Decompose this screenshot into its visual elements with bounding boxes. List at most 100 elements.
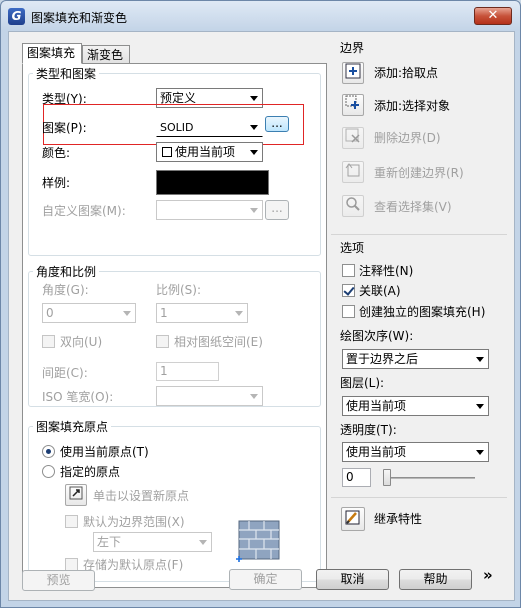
app-icon: G — [8, 8, 25, 25]
set-origin-button[interactable] — [65, 484, 87, 506]
dialog-window: G 图案填充和渐变色 ✕ 图案填充 渐变色 类型和图案 类型(Y): 预定义 图… — [0, 0, 521, 608]
tab-panel-hatch: 类型和图案 类型(Y): 预定义 图案(P): SOLID ... 颜色: 使用… — [22, 63, 327, 588]
swatch-label: 样例: — [42, 176, 71, 190]
specified-origin-radio[interactable] — [42, 465, 55, 478]
remove-boundary-button[interactable] — [342, 127, 364, 149]
remove-boundary-label[interactable]: 删除边界(D) — [374, 131, 441, 145]
color-swatch-icon — [162, 147, 172, 157]
type-value: 预定义 — [160, 91, 197, 105]
custom-pattern-label: 自定义图案(M): — [42, 204, 126, 218]
angle-value: 0 — [46, 306, 54, 320]
inherit-properties-label[interactable]: 继承特性 — [374, 512, 422, 526]
inherit-properties-button[interactable] — [341, 507, 365, 531]
color-combo[interactable]: 使用当前项 — [156, 142, 263, 162]
view-selection-button[interactable] — [342, 195, 364, 217]
iso-pen-label: ISO 笔宽(O): — [42, 390, 114, 404]
chevron-down-icon — [250, 96, 258, 101]
preview-button[interactable]: 预览 — [22, 570, 95, 591]
add-pick-points-label[interactable]: 添加:拾取点 — [374, 66, 438, 80]
tab-hatch[interactable]: 图案填充 — [22, 43, 82, 64]
angle-combo[interactable]: 0 — [42, 303, 136, 323]
group-origin-title: 图案填充原点 — [33, 420, 112, 434]
angle-label: 角度(G): — [42, 283, 89, 297]
color-value: 使用当前项 — [175, 145, 236, 159]
draw-order-combo[interactable]: 置于边界之后 — [342, 349, 489, 369]
specified-origin-label: 指定的原点 — [60, 465, 121, 479]
pattern-browse-button[interactable]: ... — [265, 116, 289, 132]
more-options-icon[interactable]: » — [483, 568, 493, 583]
layer-value: 使用当前项 — [346, 399, 407, 413]
associative-label: 关联(A) — [359, 284, 401, 298]
spacing-label: 间距(C): — [42, 366, 88, 380]
separate-hatch-checkbox[interactable] — [342, 305, 355, 318]
help-button[interactable]: 帮助 — [399, 569, 472, 590]
inherit-brush-icon — [345, 510, 360, 525]
boundary-title: 边界 — [340, 41, 365, 55]
iso-pen-combo[interactable] — [156, 386, 263, 406]
transparency-slider-thumb[interactable] — [383, 469, 391, 486]
use-current-origin-label: 使用当前原点(T) — [60, 445, 149, 459]
recreate-boundary-button[interactable] — [342, 161, 364, 183]
ok-button[interactable]: 确定 — [229, 569, 302, 590]
extent-combo[interactable]: 左下 — [93, 532, 212, 552]
close-button[interactable]: ✕ — [474, 7, 512, 25]
recreate-boundary-label[interactable]: 重新创建边界(R) — [374, 166, 464, 180]
chevron-down-icon — [250, 208, 258, 213]
separate-hatch-label: 创建独立的图案填充(H) — [359, 305, 486, 319]
layer-combo[interactable]: 使用当前项 — [342, 396, 489, 416]
pattern-swatch[interactable] — [156, 170, 269, 195]
set-origin-label: 单击以设置新原点 — [93, 489, 190, 503]
transparency-label: 透明度(T): — [340, 423, 397, 437]
draw-order-value: 置于边界之后 — [346, 352, 419, 366]
dialog-client: 图案填充 渐变色 类型和图案 类型(Y): 预定义 图案(P): SOLID .… — [8, 31, 515, 601]
chevron-down-icon — [476, 357, 484, 362]
chevron-down-icon — [250, 150, 258, 155]
chevron-down-icon — [250, 394, 258, 399]
recreate-boundary-icon — [345, 163, 360, 177]
magnifier-icon — [346, 197, 360, 211]
default-extent-checkbox[interactable] — [65, 515, 78, 528]
double-label: 双向(U) — [60, 335, 103, 349]
transparency-combo[interactable]: 使用当前项 — [342, 442, 489, 462]
crosshair-pick-icon — [69, 486, 83, 500]
add-select-icon — [345, 95, 359, 109]
title-bar[interactable]: G 图案填充和渐变色 ✕ — [1, 1, 520, 31]
pattern-label: 图案(P): — [42, 121, 87, 135]
store-default-label: 存储为默认原点(F) — [83, 558, 184, 572]
layer-label: 图层(L): — [340, 376, 385, 390]
custom-pattern-combo[interactable] — [156, 200, 263, 220]
brick-preview-icon — [236, 519, 283, 563]
tab-gradient[interactable]: 渐变色 — [82, 45, 130, 63]
default-extent-label: 默认为边界范围(X) — [83, 515, 185, 529]
add-select-objects-label[interactable]: 添加:选择对象 — [374, 99, 450, 113]
cancel-button[interactable]: 取消 — [316, 569, 389, 590]
options-divider — [331, 234, 507, 235]
inherit-divider — [331, 497, 507, 498]
relative-paper-checkbox[interactable] — [156, 335, 169, 348]
add-pick-icon — [345, 63, 361, 79]
transparency-number-input[interactable]: 0 — [342, 468, 371, 487]
double-checkbox[interactable] — [42, 335, 55, 348]
scale-combo[interactable]: 1 — [156, 303, 248, 323]
dialog-title: 图案填充和渐变色 — [31, 11, 128, 25]
chevron-down-icon — [476, 404, 484, 409]
add-select-objects-button[interactable] — [342, 94, 364, 116]
associative-checkbox[interactable] — [342, 284, 355, 297]
transparency-value: 使用当前项 — [346, 445, 407, 459]
spacing-input[interactable]: 1 — [156, 362, 219, 381]
add-pick-points-button[interactable] — [342, 62, 364, 84]
relative-paper-label: 相对图纸空间(E) — [174, 335, 263, 349]
view-selection-label[interactable]: 查看选择集(V) — [374, 200, 452, 214]
transparency-slider-track[interactable] — [383, 477, 475, 479]
chevron-down-icon — [199, 540, 207, 545]
group-type-pattern-title: 类型和图案 — [33, 67, 100, 81]
use-current-origin-radio[interactable] — [42, 445, 55, 458]
scale-label: 比例(S): — [156, 283, 202, 297]
pattern-combo[interactable]: SOLID — [156, 117, 263, 137]
draw-order-label: 绘图次序(W): — [340, 329, 414, 343]
annotative-label: 注释性(N) — [359, 264, 414, 278]
custom-pattern-browse-button[interactable]: ... — [265, 200, 289, 220]
annotative-checkbox[interactable] — [342, 264, 355, 277]
chevron-down-icon — [476, 450, 484, 455]
group-angle-scale-title: 角度和比例 — [33, 265, 100, 279]
